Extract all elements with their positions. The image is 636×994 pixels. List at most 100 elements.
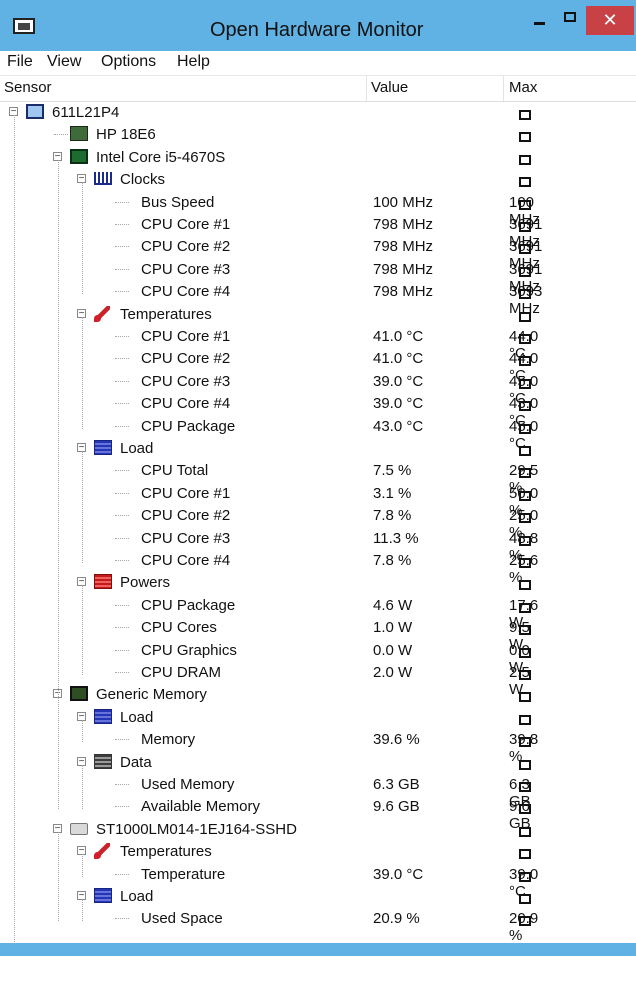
sensor-row[interactable]: CPU Core #2 7.8 % 25.0 % [0,504,636,541]
sensor-name: CPU Core #2 [141,238,231,256]
menu-help[interactable]: Help [177,53,210,71]
sensor-value: 798 MHz [373,260,434,278]
sensor-row[interactable]: CPU Cores 1.0 W 9.5 W [0,616,636,653]
tree-node-row[interactable]: HP 18E6 [0,123,636,145]
power-icon [94,574,112,590]
sensor-row[interactable]: CPU DRAM 2.0 W 2.5 W [0,661,636,698]
tree-guide-line [82,585,83,675]
sensor-row[interactable]: Memory 39.6 % 39.8 % [0,728,636,765]
sensor-name: CPU Core #1 [141,216,231,233]
sensor-row[interactable]: CPU Package 43.0 °C 45.0 °C [0,415,636,452]
tree-connector [115,784,129,785]
load-icon [94,888,112,903]
sensor-value: 100 MHz [373,193,434,211]
sensor-row[interactable]: CPU Total 7.5 % 29.5 % [0,459,636,496]
menu-file[interactable]: File [7,53,33,71]
tree-node-row[interactable]: − Intel Core i5-4670S [0,146,636,168]
sensor-name: CPU Core #1 [141,484,231,502]
tree-guide-line [82,182,83,295]
sensor-row[interactable]: CPU Core #3 11.3 % 48.8 % [0,527,636,564]
tree-node-row[interactable]: −611L21P4 [0,101,636,123]
sensor-value: 39.0 °C [373,865,424,883]
minimize-button[interactable] [520,6,558,35]
menu-options[interactable]: Options [101,53,156,71]
sensor-name: CPU Core #4 [141,283,231,301]
tree-node-row[interactable]: − Load [0,437,636,459]
sensor-row[interactable]: Temperature 39.0 °C 39.0 °C [0,863,636,900]
sensor-name: Available Memory [141,798,260,816]
column-divider[interactable] [366,76,367,101]
sensor-name: CPU Total [141,462,209,480]
tree-connector [115,672,129,673]
sensor-row[interactable]: Used Memory 6.3 GB 6.3 GB [0,773,636,810]
sensor-row[interactable]: CPU Core #3 798 MHz 3691 MHz [0,258,636,295]
tree-guide-line [82,899,83,922]
tree-node-row[interactable]: − Temperatures [0,840,636,862]
sensor-row[interactable]: CPU Core #3 39.0 °C 45.0 °C [0,370,636,407]
sensor-row[interactable]: CPU Graphics 0.0 W 0.0 W [0,639,636,676]
column-value[interactable]: Value [371,79,408,96]
tree-node-row[interactable]: − Powers [0,571,636,593]
sensor-name: CPU Core #4 [141,395,231,413]
sensor-name: CPU Core #2 [141,507,231,525]
sensor-name: Memory [141,731,196,749]
client-area: File View Options Help Sensor Value Max … [0,51,636,994]
sensor-row[interactable]: Bus Speed 100 MHz 100 MHz [0,191,636,228]
tree-connector [115,537,129,539]
sensor-row[interactable]: CPU Core #4 39.0 °C 43.0 °C [0,392,636,429]
column-max[interactable]: Max [509,79,537,96]
tree-node-row[interactable]: − Load [0,706,636,728]
tree-connector [115,492,129,494]
tree-connector [115,224,129,225]
sensor-value: 798 MHz [373,283,434,301]
sensor-value: 7.5 % [373,462,412,480]
maximize-button[interactable] [554,6,588,35]
app-window: Open Hardware Monitor ✕ File View Option… [0,0,636,994]
sensor-value: 11.3 % [373,529,419,547]
sensor-name: CPU Core #3 [141,529,231,547]
tree-node-row[interactable]: − Generic Memory [0,683,636,705]
sensor-row[interactable]: CPU Core #4 7.8 % 25.6 % [0,549,636,586]
tree-node-row[interactable]: − Data [0,751,636,773]
sensor-row[interactable]: CPU Core #1 41.0 °C 44.0 °C [0,325,636,362]
tree-connector [115,627,129,629]
sensor-name: CPU Package [141,417,236,435]
window-title: Open Hardware Monitor [210,19,424,41]
computer-icon [26,104,44,119]
sensor-value: 39.6 % [373,731,420,749]
sensor-row[interactable]: CPU Core #4 798 MHz 3093 MHz [0,280,636,317]
close-button[interactable]: ✕ [586,6,634,35]
sensor-name: CPU Core #3 [141,372,231,390]
node-label: 611L21P4 [52,104,120,121]
tree-guide-line [14,115,15,944]
tree-connector [115,201,129,203]
sensor-row[interactable]: Used Space 20.9 % 20.9 % [0,907,636,944]
sensor-value: 4.6 W [373,596,413,614]
sensor-row[interactable]: Available Memory 9.6 GB 9.6 GB [0,795,636,832]
tree-connector [115,515,129,517]
sensor-row[interactable]: CPU Core #2 798 MHz 3691 MHz [0,235,636,272]
column-divider[interactable] [503,76,504,101]
node-label: Intel Core i5-4670S [96,148,226,166]
tree-connector [115,739,129,741]
thermometer-icon [94,305,110,322]
sensor-row[interactable]: CPU Core #1 3.1 % 50.0 % [0,482,636,519]
tree-guide-line [82,854,83,877]
tree-connector [115,470,129,472]
tree-node-row[interactable]: − Clocks [0,168,636,190]
tree-node-row[interactable]: − Temperatures [0,303,636,325]
sensor-row[interactable]: CPU Package 4.6 W 17.6 W [0,594,636,631]
sensor-row[interactable]: CPU Core #2 41.0 °C 44.0 °C [0,347,636,384]
column-sensor[interactable]: Sensor [4,79,52,96]
title-bar[interactable]: Open Hardware Monitor ✕ [0,0,636,50]
sensor-name: Temperature [141,865,226,883]
sensor-value: 7.8 % [373,552,412,569]
menu-view[interactable]: View [47,53,81,71]
tree-node-row[interactable]: − ST1000LM014-1EJ164-SSHD [0,818,636,840]
tree-connector [115,268,129,270]
sensor-value: 9.6 GB [373,798,420,816]
tree-node-row[interactable]: − Load [0,885,636,907]
tree-guide-line [82,451,83,563]
sensor-name: CPU Core #4 [141,552,231,569]
sensor-row[interactable]: CPU Core #1 798 MHz 3691 MHz [0,213,636,250]
